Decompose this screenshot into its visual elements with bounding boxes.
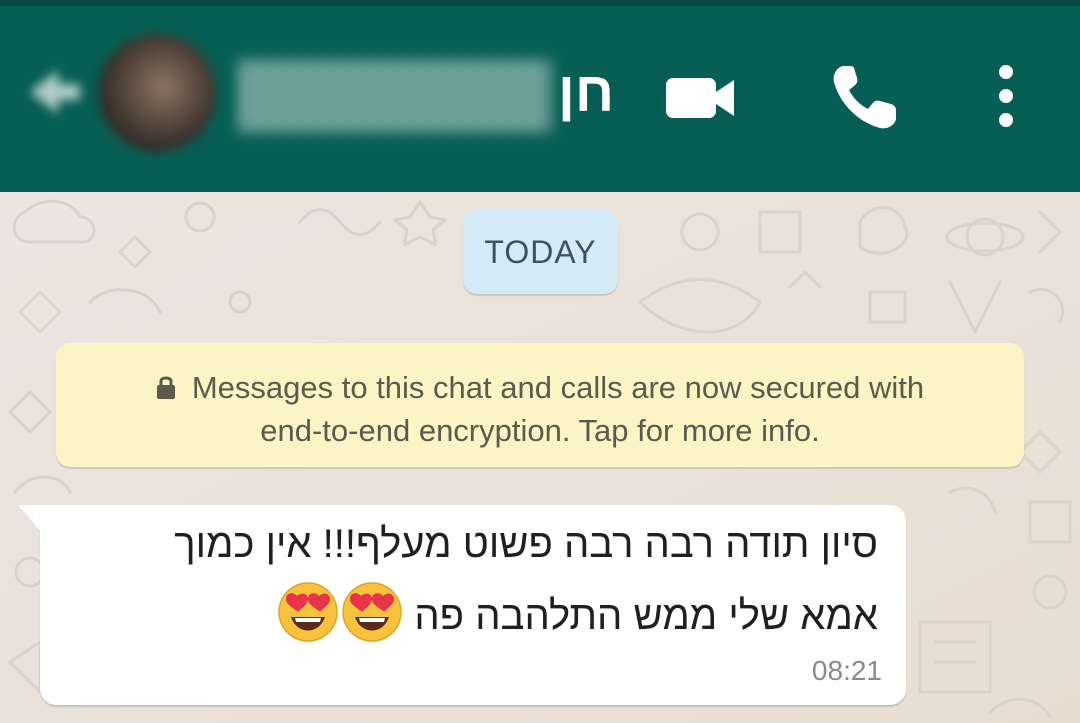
- status-bar: [0, 0, 1080, 6]
- heart-eyes-emoji: [342, 582, 402, 642]
- message-text-line1: סיון תודה רבה רבה פשוט מעלף!!! אין כמוך: [174, 522, 878, 566]
- more-vert-icon[interactable]: [966, 60, 1046, 136]
- chat-header: חן: [0, 0, 1080, 192]
- message-text-line2: אמא שלי ממש התלהבה פה: [275, 581, 878, 643]
- message-timestamp: 08:21: [811, 655, 882, 686]
- date-chip: TODAY: [463, 210, 618, 294]
- phone-icon[interactable]: [826, 60, 906, 136]
- heart-eyes-emoji: [278, 582, 338, 642]
- avatar[interactable]: [98, 34, 216, 152]
- encryption-banner-line1: Messages to this chat and calls are now …: [56, 367, 1024, 409]
- contact-name[interactable]: חן: [558, 52, 614, 132]
- encryption-banner-line2: end-to-end encryption. Tap for more info…: [260, 413, 820, 448]
- message-text-line2-text: אמא שלי ממש התלהבה פה: [414, 594, 878, 638]
- encryption-banner-text1: Messages to this chat and calls are now …: [191, 370, 925, 405]
- video-call-icon[interactable]: [660, 60, 740, 136]
- encryption-banner[interactable]: Messages to this chat and calls are now …: [56, 343, 1024, 467]
- lock-icon: [156, 376, 175, 399]
- message-bubble-incoming[interactable]: סיון תודה רבה רבה פשוט מעלף!!! אין כמוך …: [40, 505, 906, 705]
- arrow-back-icon[interactable]: [18, 62, 88, 122]
- contact-name-blurred[interactable]: [240, 60, 550, 132]
- chat-area[interactable]: TODAY Messages to this chat and calls ar…: [0, 192, 1080, 723]
